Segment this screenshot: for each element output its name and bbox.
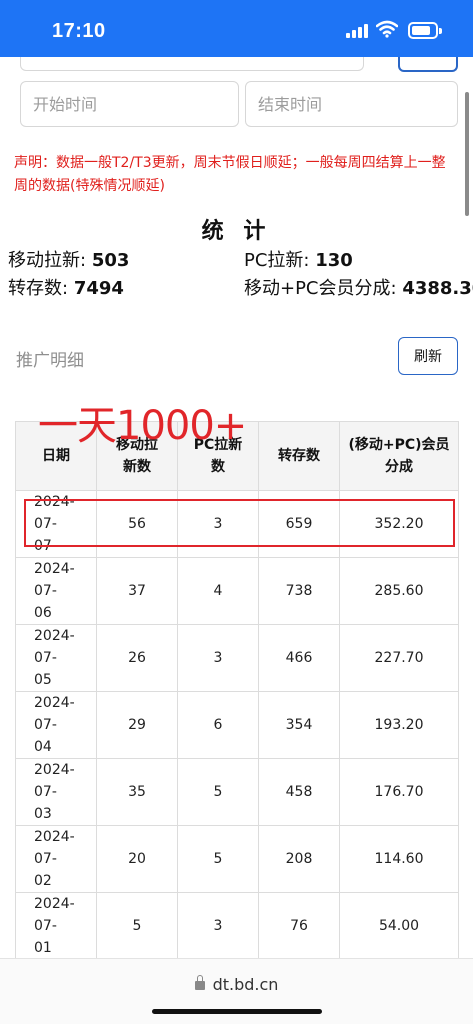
stat-saves-value: 7494 xyxy=(73,278,124,299)
signal-icon xyxy=(346,24,368,38)
cell-date: 2024-07-06 xyxy=(15,557,97,625)
annotation-text: 一天1000+ xyxy=(38,403,247,449)
cell-member-share: 176.70 xyxy=(339,758,459,826)
cell-date: 2024-07-05 xyxy=(15,624,97,692)
stat-saves-label: 转存数: xyxy=(8,278,69,299)
cell-mobile-new: 26 xyxy=(96,624,178,692)
address-bar[interactable]: dt.bd.cn xyxy=(0,975,473,994)
stat-mobile-new-label: 移动拉新: xyxy=(8,250,87,271)
cell-mobile-new: 29 xyxy=(96,691,178,759)
cell-date: 2024-07-02 xyxy=(15,825,97,893)
cell-date: 2024-07-04 xyxy=(15,691,97,759)
stat-pc-new-label: PC拉新: xyxy=(244,250,310,271)
cell-saves: 458 xyxy=(258,758,340,826)
start-time-input[interactable] xyxy=(20,81,239,127)
stat-saves: 转存数: 7494 xyxy=(8,274,124,300)
cell-saves: 208 xyxy=(258,825,340,893)
stat-member-share-label: 移动+PC会员分成: xyxy=(244,278,397,299)
stat-pc-new: PC拉新: 130 xyxy=(244,246,353,272)
cell-pc-new: 3 xyxy=(177,624,259,692)
header-saves: 转存数 xyxy=(258,421,340,491)
cell-pc-new: 3 xyxy=(177,892,259,960)
stat-mobile-new: 移动拉新: 503 xyxy=(8,246,129,272)
cell-saves: 466 xyxy=(258,624,340,692)
refresh-button[interactable]: 刷新 xyxy=(398,337,458,375)
lock-icon xyxy=(194,975,205,990)
cell-mobile-new: 37 xyxy=(96,557,178,625)
cell-member-share: 54.00 xyxy=(339,892,459,960)
cell-member-share: 114.60 xyxy=(339,825,459,893)
status-time: 17:10 xyxy=(52,20,106,42)
stats-title: 统 计 xyxy=(201,219,272,244)
end-time-input[interactable] xyxy=(245,81,458,127)
cell-saves: 738 xyxy=(258,557,340,625)
home-indicator[interactable] xyxy=(152,1009,322,1014)
cell-date: 2024-07-01 xyxy=(15,892,97,960)
battery-icon xyxy=(408,22,442,39)
search-button[interactable] xyxy=(398,57,458,72)
cell-saves: 76 xyxy=(258,892,340,960)
details-title: 推广明细 xyxy=(16,351,84,371)
table-row: 2024-07-01 5 3 76 54.00 xyxy=(15,892,459,960)
cell-pc-new: 5 xyxy=(177,825,259,893)
cell-pc-new: 6 xyxy=(177,691,259,759)
cell-member-share: 193.20 xyxy=(339,691,459,759)
url-text: dt.bd.cn xyxy=(212,975,279,994)
stat-pc-new-value: 130 xyxy=(315,250,353,271)
stat-member-share-value: 4388.30 xyxy=(402,278,473,299)
cell-mobile-new: 35 xyxy=(96,758,178,826)
table-row: 2024-07-06 37 4 738 285.60 xyxy=(15,557,459,625)
highlight-box xyxy=(24,499,455,547)
browser-bottom-bar: dt.bd.cn xyxy=(0,958,473,1024)
table-row: 2024-07-03 35 5 458 176.70 xyxy=(15,758,459,826)
notice-text: 声明：数据一般T2/T3更新，周末节假日顺延；一般每周四结算上一整周的数据(特殊… xyxy=(14,155,446,194)
stat-member-share: 移动+PC会员分成: 4388.30 xyxy=(244,274,473,300)
cell-member-share: 227.70 xyxy=(339,624,459,692)
table-row: 2024-07-04 29 6 354 193.20 xyxy=(15,691,459,759)
cell-pc-new: 5 xyxy=(177,758,259,826)
header-member-share: (移动+PC)会员分成 xyxy=(339,421,459,491)
cell-mobile-new: 20 xyxy=(96,825,178,893)
cell-mobile-new: 5 xyxy=(96,892,178,960)
cell-date: 2024-07-03 xyxy=(15,758,97,826)
cell-member-share: 285.60 xyxy=(339,557,459,625)
scrollbar[interactable] xyxy=(465,92,469,216)
cell-saves: 354 xyxy=(258,691,340,759)
table-row: 2024-07-02 20 5 208 114.60 xyxy=(15,825,459,893)
wifi-icon xyxy=(376,20,398,38)
table-row: 2024-07-05 26 3 466 227.70 xyxy=(15,624,459,692)
search-input[interactable] xyxy=(20,57,364,71)
stat-mobile-new-value: 503 xyxy=(91,250,130,271)
status-bar: 17:10 xyxy=(0,0,473,57)
cell-pc-new: 4 xyxy=(177,557,259,625)
